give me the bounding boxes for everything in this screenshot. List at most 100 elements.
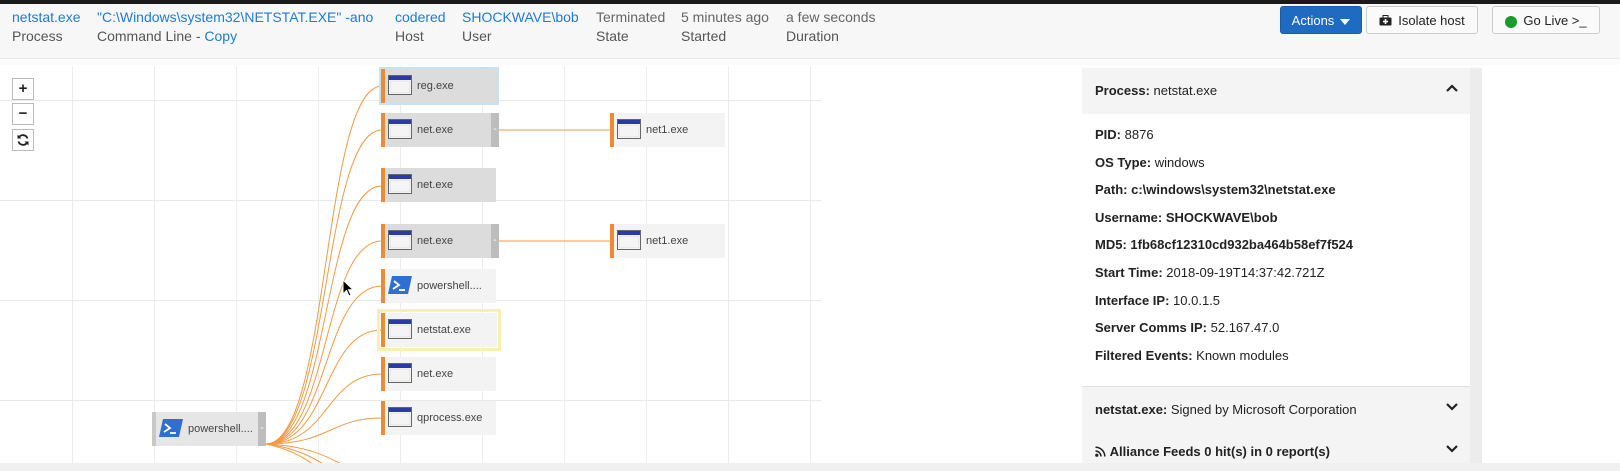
node-label: qprocess.exe <box>417 412 483 424</box>
copy-command-link[interactable]: Copy <box>204 28 237 44</box>
chevron-up-icon[interactable] <box>1444 80 1460 96</box>
process-name[interactable]: netstat.exe <box>12 8 81 27</box>
mouse-cursor-icon <box>342 279 354 297</box>
process-section-key: Process: <box>1095 83 1150 98</box>
detail-value: 1fb68cf12310cd932ba464b58ef7f524 <box>1130 237 1354 252</box>
go-live-label: Go Live >_ <box>1523 13 1587 28</box>
window-icon <box>388 230 412 250</box>
state-label: State <box>596 28 629 44</box>
detail-value: SHOCKWAVE\bob <box>1165 210 1278 225</box>
window-icon <box>388 407 412 427</box>
state-meta: Terminated State <box>596 8 665 46</box>
detail-md5: MD5: 1fb68cf12310cd932ba464b58ef7f524 <box>1095 237 1353 252</box>
detail-key: OS Type: <box>1095 155 1152 170</box>
node-label: net.exe <box>417 368 454 380</box>
command-line-value[interactable]: "C:\Windows\system32\NETSTAT.EXE" -ano <box>97 8 373 27</box>
detail-value: 8876 <box>1124 127 1154 142</box>
node-label: netstat.exe <box>417 324 471 336</box>
node-label: net.exe <box>417 179 454 191</box>
process-section-value: netstat.exe <box>1153 83 1218 98</box>
user-value[interactable]: SHOCKWAVE\bob <box>462 8 579 27</box>
detail-key: PID: <box>1095 127 1121 142</box>
collapse-toggle[interactable]: - <box>491 224 499 258</box>
node-label: net.exe <box>417 235 454 247</box>
detail-username: Username: SHOCKWAVE\bob <box>1095 210 1278 225</box>
detail-start-time: Start Time: 2018-09-19T14:37:42.721Z <box>1095 265 1325 280</box>
process-section-header[interactable]: Process: netstat.exe <box>1082 68 1470 115</box>
zoom-out-button[interactable]: − <box>12 103 34 125</box>
command-line-meta: "C:\Windows\system32\NETSTAT.EXE" -ano C… <box>97 8 373 46</box>
detail-key: Username: <box>1095 210 1163 225</box>
collapse-toggle[interactable]: - <box>491 113 499 147</box>
process-details-body: PID: 8876 OS Type: windows Path: c:\wind… <box>1082 114 1470 424</box>
tree-node-qprocess[interactable]: qprocess.exe <box>381 401 496 435</box>
actions-label: Actions <box>1291 13 1335 28</box>
detail-key: Server Comms IP: <box>1095 320 1207 335</box>
isolate-host-button[interactable]: Isolate host <box>1366 6 1478 34</box>
powershell-icon <box>159 419 183 437</box>
process-tree-canvas[interactable]: + − reg.exe net.exe - net.exe net.exe - … <box>0 66 1075 463</box>
node-label: net1.exe <box>646 235 689 247</box>
started-meta: 5 minutes ago Started <box>681 8 769 46</box>
window-icon <box>617 230 641 250</box>
detail-os-type: OS Type: windows <box>1095 155 1205 170</box>
tree-node-netstat-selected[interactable]: netstat.exe <box>377 309 501 351</box>
signature-value: Signed by Microsoft Corporation <box>1170 402 1357 417</box>
detail-key: Start Time: <box>1095 265 1163 280</box>
tree-links <box>265 85 610 463</box>
actions-button[interactable]: Actions <box>1280 6 1362 34</box>
tree-node-powershell-child[interactable]: powershell.... <box>381 269 496 303</box>
zoom-in-button[interactable]: + <box>12 78 34 100</box>
collapse-toggle[interactable]: - <box>258 412 266 446</box>
window-icon <box>388 75 412 95</box>
host-value[interactable]: codered <box>395 8 446 27</box>
go-live-button[interactable]: Go Live >_ <box>1492 6 1600 34</box>
duration-value: a few seconds <box>786 9 876 25</box>
host-label: Host <box>395 28 424 44</box>
user-meta: SHOCKWAVE\bob User <box>462 8 579 46</box>
node-label: net1.exe <box>646 124 689 136</box>
command-line-label: Command Line - Copy <box>97 27 373 46</box>
header-divider <box>0 59 1620 65</box>
alliance-feeds-label: Alliance Feeds 0 hit(s) in 0 report(s) <box>1109 444 1330 459</box>
tree-node-reg[interactable]: reg.exe <box>379 67 499 105</box>
tree-node-net-1[interactable]: net.exe - <box>381 113 499 147</box>
reset-view-button[interactable] <box>12 129 34 151</box>
chevron-down-icon[interactable] <box>1444 441 1460 457</box>
detail-value: 52.167.47.0 <box>1210 320 1280 335</box>
window-icon <box>388 174 412 194</box>
rss-feed-icon <box>1095 446 1106 457</box>
refresh-icon <box>17 134 29 146</box>
host-meta: codered Host <box>395 8 446 46</box>
node-label: powershell.... <box>417 280 482 292</box>
chevron-down-icon[interactable] <box>1444 399 1460 415</box>
detail-key: MD5: <box>1095 237 1127 252</box>
detail-key: Path: <box>1095 182 1128 197</box>
node-label: net.exe <box>417 124 454 136</box>
signature-section-title: netstat.exe: Signed by Microsoft Corpora… <box>1095 402 1357 417</box>
tree-node-net-4[interactable]: net.exe <box>381 357 496 391</box>
node-label: reg.exe <box>417 80 454 92</box>
detail-value: 2018-09-19T14:37:42.721Z <box>1166 265 1325 280</box>
signature-key: netstat.exe: <box>1095 402 1168 417</box>
live-status-icon <box>1505 15 1518 28</box>
powershell-icon <box>388 276 412 294</box>
first-aid-icon <box>1379 15 1392 26</box>
alliance-feeds-title: Alliance Feeds 0 hit(s) in 0 report(s) <box>1095 444 1330 459</box>
tree-node-root-powershell[interactable]: powershell.... - <box>152 412 266 446</box>
bottom-scroll-edge <box>0 463 1620 471</box>
detail-value: Known modules <box>1196 348 1289 363</box>
tree-node-net-3[interactable]: net.exe - <box>381 224 499 258</box>
detail-filtered-events: Filtered Events: Known modules <box>1095 348 1289 363</box>
tree-node-net1-2[interactable]: net1.exe <box>610 224 725 258</box>
signature-section-header[interactable]: netstat.exe: Signed by Microsoft Corpora… <box>1082 386 1470 434</box>
tree-node-net-2[interactable]: net.exe <box>381 168 496 202</box>
window-icon <box>388 363 412 383</box>
panel-scrollbar[interactable] <box>1470 68 1482 471</box>
tree-node-net1-1[interactable]: net1.exe <box>610 113 725 147</box>
process-details-panel: Process: netstat.exe PID: 8876 OS Type: … <box>1082 68 1482 471</box>
caret-down-icon <box>1340 18 1351 25</box>
duration-label: Duration <box>786 28 839 44</box>
detail-interface-ip: Interface IP: 10.0.1.5 <box>1095 293 1220 308</box>
command-line-label-text: Command Line - <box>97 28 205 44</box>
